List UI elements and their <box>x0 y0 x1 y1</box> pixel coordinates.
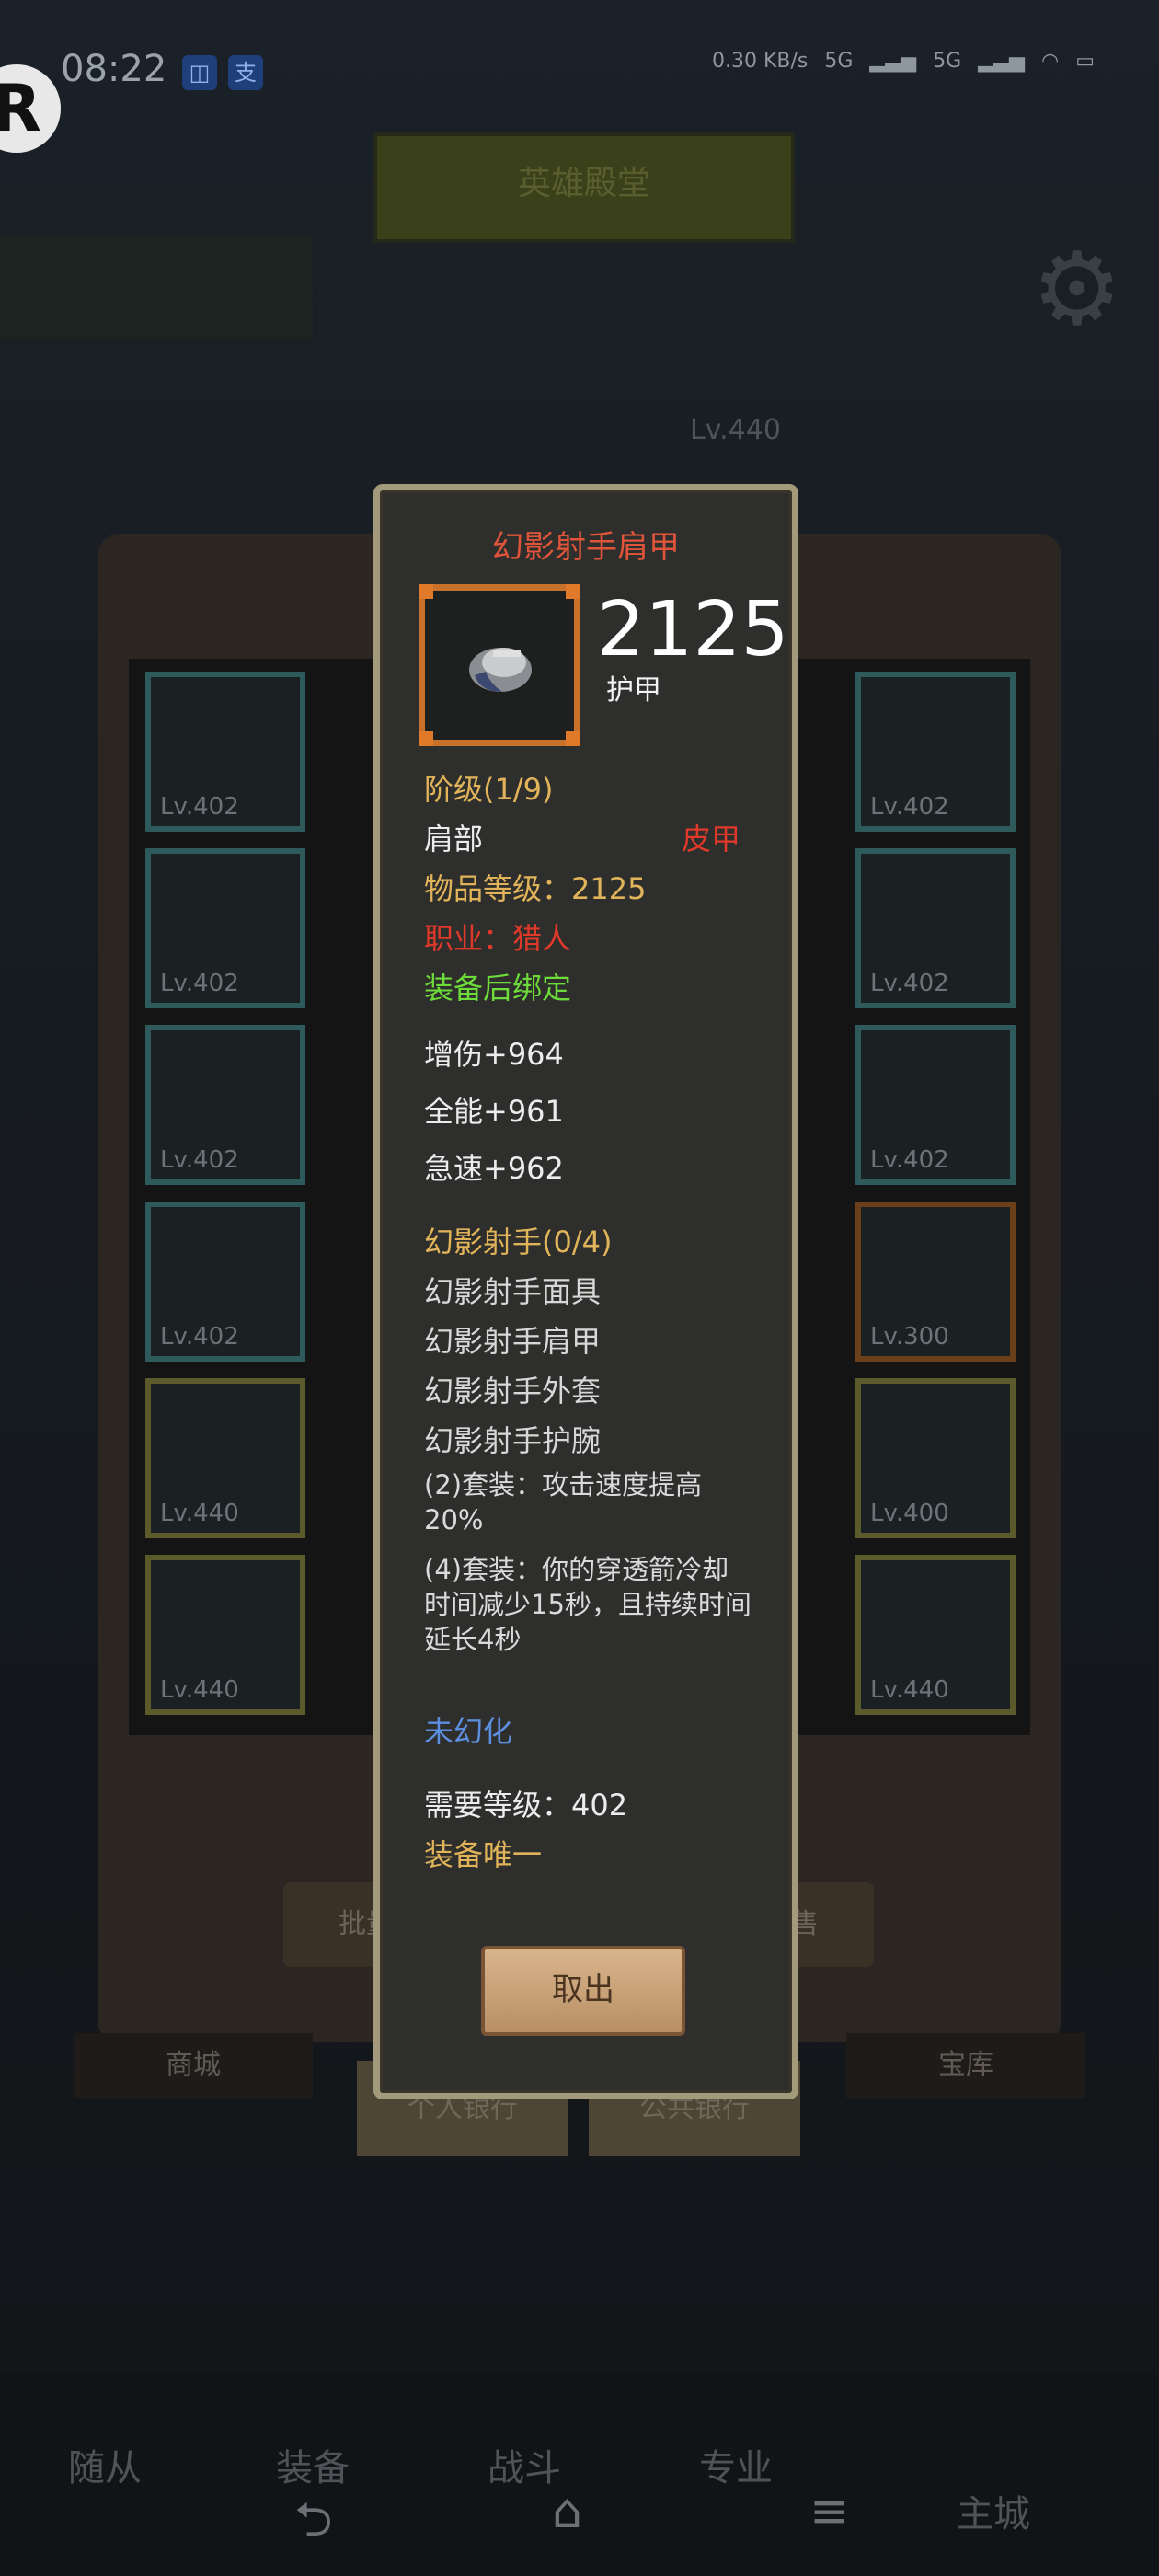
player-level: Lv.440 <box>690 414 781 446</box>
set-piece: 幻影射手护腕 <box>424 1423 602 1458</box>
signal-icon: ▂▃▅ <box>978 50 1025 73</box>
armor-label: 护甲 <box>606 674 661 707</box>
slot-level: Lv.400 <box>870 1500 949 1527</box>
nav-profession[interactable]: 专业 <box>699 2438 773 2491</box>
set-bonus-2: (2)套装：攻击速度提高20% <box>424 1469 703 1535</box>
nav-main-city[interactable]: 主城 <box>957 2484 1030 2537</box>
signal-label-2: 5G <box>933 50 962 73</box>
armor-value: 2125 <box>597 586 789 673</box>
slot-level: Lv.402 <box>160 1146 239 1174</box>
bind-type: 装备后绑定 <box>424 971 572 1006</box>
armor-type: 皮甲 <box>682 822 741 857</box>
wifi-icon: ◠ <box>1041 50 1060 73</box>
slot-level: Lv.440 <box>160 1676 239 1704</box>
item-tier: 阶级(1/9) <box>424 772 554 807</box>
take-out-button[interactable]: 取出 <box>481 1946 685 2036</box>
item-tooltip: 幻影射手肩甲 2125 护甲 阶级(1/9) 肩部 皮甲 物品等级：2125 职… <box>373 484 798 2099</box>
slot-level: Lv.402 <box>870 793 949 821</box>
item-icon-frame <box>419 584 580 746</box>
set-piece: 幻影射手肩甲 <box>424 1324 602 1359</box>
take-out-label: 取出 <box>552 1972 614 2008</box>
notification-icon: ◫ <box>182 55 217 90</box>
hall-button[interactable]: 英雄殿堂 <box>373 132 795 243</box>
battery-icon: ▭ <box>1075 50 1095 73</box>
stat-line: 全能+961 <box>424 1094 564 1129</box>
signal-icon: ▂▃▅ <box>869 50 917 73</box>
menu-icon[interactable]: ≡ <box>809 2484 850 2539</box>
shoulder-armor-icon <box>469 648 532 692</box>
slot-level: Lv.300 <box>870 1323 949 1351</box>
inventory-slot[interactable]: Lv.400 <box>855 1378 1016 1538</box>
alipay-icon: 支 <box>228 55 263 90</box>
set-piece: 幻影射手外套 <box>424 1374 602 1409</box>
inventory-slot[interactable]: Lv.402 <box>145 672 305 832</box>
slot-level: Lv.402 <box>160 793 239 821</box>
tab-mall[interactable]: 商城 <box>74 2033 313 2098</box>
inventory-slot[interactable]: Lv.402 <box>855 672 1016 832</box>
inventory-slot[interactable]: Lv.402 <box>145 1202 305 1362</box>
inventory-slot[interactable]: Lv.440 <box>855 1555 1016 1715</box>
unique-equipped: 装备唯一 <box>424 1837 543 1872</box>
inventory-slot[interactable]: Lv.402 <box>145 1025 305 1185</box>
back-icon[interactable]: ⮌ <box>294 2484 333 2566</box>
inventory-slot[interactable]: Lv.300 <box>855 1202 1016 1362</box>
status-bar: 08:22 ◫ 支 0.30 KB/s 5G ▂▃▅ 5G ▂▃▅ ◠ ▭ <box>0 0 1159 138</box>
inventory-slot[interactable]: Lv.402 <box>855 1025 1016 1185</box>
signal-label-1: 5G <box>824 50 854 73</box>
item-slot: 肩部 <box>424 822 484 857</box>
slot-level: Lv.402 <box>870 970 949 997</box>
bottom-nav <box>0 2374 1159 2576</box>
tab-vault[interactable]: 宝库 <box>846 2033 1085 2098</box>
gear-icon[interactable]: ⚙ <box>1031 230 1122 348</box>
required-level: 需要等级：402 <box>424 1788 628 1823</box>
network-speed: 0.30 KB/s <box>712 50 809 73</box>
inventory-slot[interactable]: Lv.402 <box>145 848 305 1008</box>
quest-tracker[interactable] <box>0 237 313 339</box>
slot-level: Lv.440 <box>870 1676 949 1704</box>
slot-level: Lv.402 <box>160 1323 239 1351</box>
inventory-slot[interactable]: Lv.440 <box>145 1555 305 1715</box>
status-indicators: 0.30 KB/s 5G ▂▃▅ 5G ▂▃▅ ◠ ▭ <box>712 50 1095 73</box>
slot-level: Lv.402 <box>160 970 239 997</box>
set-piece: 幻影射手面具 <box>424 1274 602 1309</box>
stat-line: 增伤+964 <box>424 1037 564 1072</box>
set-bonus-4: (4)套装：你的穿透箭冷却时间减少15秒，且持续时间延长4秒 <box>424 1554 752 1655</box>
set-name: 幻影射手(0/4) <box>424 1225 613 1259</box>
home-icon[interactable]: ⌂ <box>552 2484 582 2539</box>
class-requirement: 职业：猎人 <box>424 921 572 956</box>
nav-battle[interactable]: 战斗 <box>488 2438 561 2491</box>
slot-level: Lv.402 <box>870 1146 949 1174</box>
item-name: 幻影射手肩甲 <box>492 529 680 566</box>
inventory-slot[interactable]: Lv.402 <box>855 848 1016 1008</box>
item-level: 物品等级：2125 <box>424 871 647 906</box>
transmog-status: 未幻化 <box>424 1714 513 1749</box>
slot-level: Lv.440 <box>160 1500 239 1527</box>
inventory-slot[interactable]: Lv.440 <box>145 1378 305 1538</box>
status-time: 08:22 <box>61 48 167 90</box>
nav-followers[interactable]: 随从 <box>68 2438 142 2491</box>
stat-line: 急速+962 <box>424 1151 564 1186</box>
